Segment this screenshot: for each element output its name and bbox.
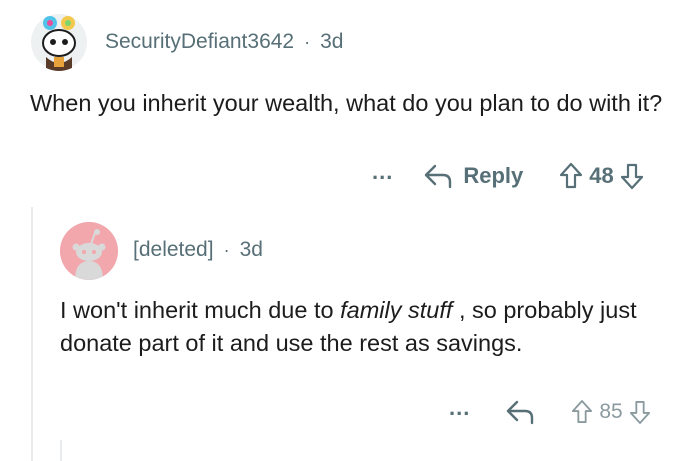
reply-button[interactable]: Reply <box>423 163 523 189</box>
comment-body: When you inherit your wealth, what do yo… <box>30 90 663 116</box>
body-text-italic: family stuff <box>340 297 453 323</box>
vote-control: 48 <box>559 162 643 190</box>
comment-meta: SecurityDefiant3642 · 3d <box>105 30 343 54</box>
vote-control: 85 <box>571 399 650 425</box>
thread-line[interactable] <box>31 207 33 461</box>
comment-age: 3d <box>239 238 263 261</box>
username-link[interactable]: SecurityDefiant3642 <box>105 30 294 54</box>
vote-score: 48 <box>589 163 614 188</box>
comment-meta: [deleted] · 3d <box>133 238 263 262</box>
reply-button[interactable] <box>505 399 545 425</box>
meta-separator: · <box>304 31 311 52</box>
more-options-button[interactable]: ... <box>372 161 393 183</box>
username-deleted: [deleted] <box>133 238 214 261</box>
body-text-start: I won't inherit much due to <box>60 297 341 323</box>
meta-separator: · <box>223 239 230 260</box>
more-options-button[interactable]: ... <box>449 397 470 419</box>
reply-arrow-icon <box>425 164 452 189</box>
comment-body: I won't inherit much due to family stuff… <box>60 294 680 360</box>
downvote-arrow-icon[interactable] <box>620 162 644 190</box>
upvote-arrow-icon[interactable] <box>559 162 583 190</box>
thread-line[interactable] <box>60 440 62 461</box>
vote-score: 85 <box>599 400 623 423</box>
downvote-arrow-icon[interactable] <box>629 399 651 425</box>
deleted-user-avatar-icon <box>60 222 118 280</box>
reply-arrow-icon <box>507 400 534 425</box>
snoo-avatar-icon[interactable] <box>30 13 88 71</box>
reply-label: Reply <box>463 163 524 188</box>
comment-actions: ... 85 <box>449 397 651 425</box>
comment-age: 3d <box>320 30 344 53</box>
comment-actions: ... Reply 48 <box>372 161 644 190</box>
upvote-arrow-icon[interactable] <box>571 399 593 425</box>
